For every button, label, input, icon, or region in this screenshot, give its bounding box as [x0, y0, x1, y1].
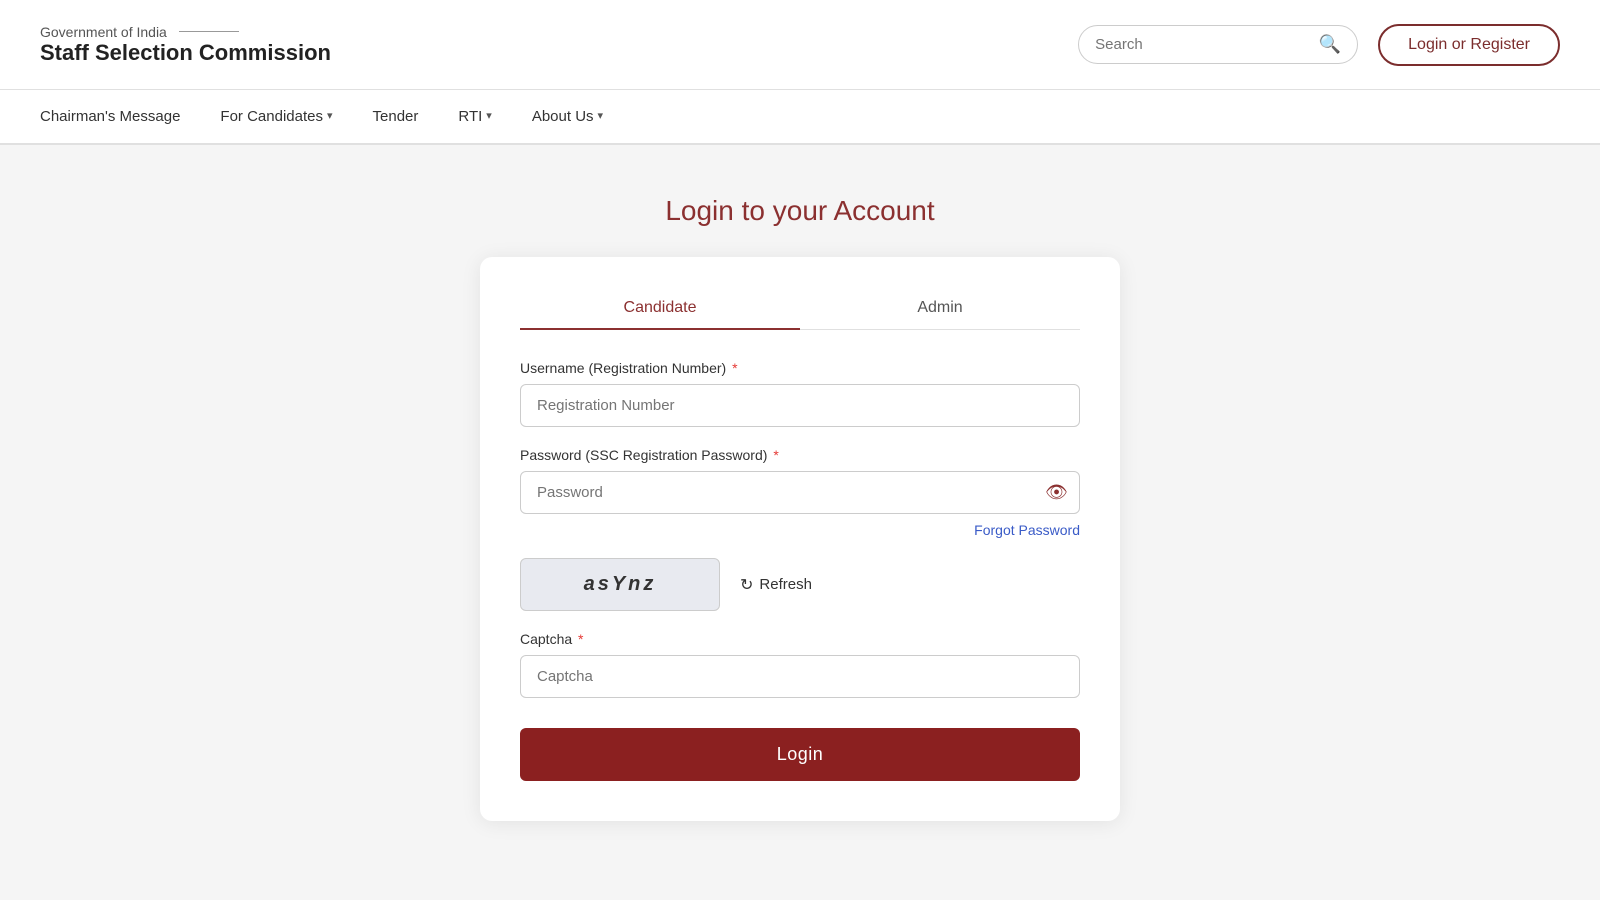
- username-required-star: *: [732, 360, 737, 376]
- forgot-password-link[interactable]: Forgot Password: [520, 522, 1080, 538]
- logo-section: Government of India Staff Selection Comm…: [40, 24, 331, 66]
- chevron-down-icon: ▾: [327, 89, 333, 144]
- captcha-image: asYnz: [520, 558, 720, 611]
- sidebar-item-rti[interactable]: RTI ▾: [458, 89, 491, 144]
- captcha-label-text: Captcha: [520, 631, 572, 647]
- password-wrapper: 👁: [520, 471, 1080, 514]
- chevron-down-icon-rti: ▾: [486, 89, 492, 144]
- username-label: Username (Registration Number) *: [520, 360, 1080, 376]
- login-register-button[interactable]: Login or Register: [1378, 24, 1560, 66]
- search-input[interactable]: [1095, 36, 1311, 53]
- govt-label: Government of India: [40, 24, 331, 40]
- captcha-row: asYnz ↻ Refresh: [520, 558, 1080, 611]
- search-icon: 🔍: [1319, 34, 1341, 55]
- sidebar-item-for-candidates[interactable]: For Candidates ▾: [220, 89, 332, 144]
- tab-candidate-label: Candidate: [624, 299, 697, 316]
- login-tabs: Candidate Admin: [520, 287, 1080, 330]
- nav-tender-label: Tender: [373, 89, 419, 144]
- password-label: Password (SSC Registration Password) *: [520, 447, 1080, 463]
- username-label-text: Username (Registration Number): [520, 360, 726, 376]
- refresh-icon: ↻: [740, 575, 753, 595]
- logo-divider: [179, 31, 239, 32]
- password-field-group: Password (SSC Registration Password) * 👁…: [520, 447, 1080, 538]
- password-input[interactable]: [520, 471, 1080, 514]
- nav-rti-label: RTI: [458, 89, 482, 144]
- tab-candidate[interactable]: Candidate: [520, 287, 800, 329]
- sidebar-item-tender[interactable]: Tender: [373, 89, 419, 144]
- main-content: Login to your Account Candidate Admin Us…: [0, 145, 1600, 900]
- header-right: 🔍 Login or Register: [1078, 24, 1560, 66]
- refresh-button[interactable]: ↻ Refresh: [740, 575, 812, 595]
- captcha-field-group: Captcha *: [520, 631, 1080, 698]
- refresh-label: Refresh: [759, 576, 812, 593]
- captcha-input[interactable]: [520, 655, 1080, 698]
- captcha-label: Captcha *: [520, 631, 1080, 647]
- nav-about-us-label: About Us: [532, 89, 594, 144]
- nav-chairmans-message-label: Chairman's Message: [40, 89, 180, 144]
- search-box[interactable]: 🔍: [1078, 25, 1358, 64]
- login-card: Candidate Admin Username (Registration N…: [480, 257, 1120, 821]
- page-title: Login to your Account: [665, 195, 934, 227]
- captcha-required-star: *: [578, 631, 583, 647]
- toggle-password-button[interactable]: 👁: [1045, 482, 1068, 503]
- header: Government of India Staff Selection Comm…: [0, 0, 1600, 90]
- eye-icon: 👁: [1045, 482, 1068, 502]
- sidebar-item-about-us[interactable]: About Us ▾: [532, 89, 603, 144]
- tab-admin[interactable]: Admin: [800, 287, 1080, 329]
- nav-for-candidates-label: For Candidates: [220, 89, 323, 144]
- chevron-down-icon-about: ▾: [598, 89, 604, 144]
- password-label-text: Password (SSC Registration Password): [520, 447, 767, 463]
- navbar: Chairman's Message For Candidates ▾ Tend…: [0, 90, 1600, 145]
- org-name: Staff Selection Commission: [40, 40, 331, 66]
- sidebar-item-chairmans-message[interactable]: Chairman's Message: [40, 89, 180, 144]
- govt-text: Government of India: [40, 24, 167, 40]
- tab-admin-label: Admin: [917, 299, 962, 316]
- username-input[interactable]: [520, 384, 1080, 427]
- username-field-group: Username (Registration Number) *: [520, 360, 1080, 427]
- login-button[interactable]: Login: [520, 728, 1080, 781]
- password-required-star: *: [773, 447, 778, 463]
